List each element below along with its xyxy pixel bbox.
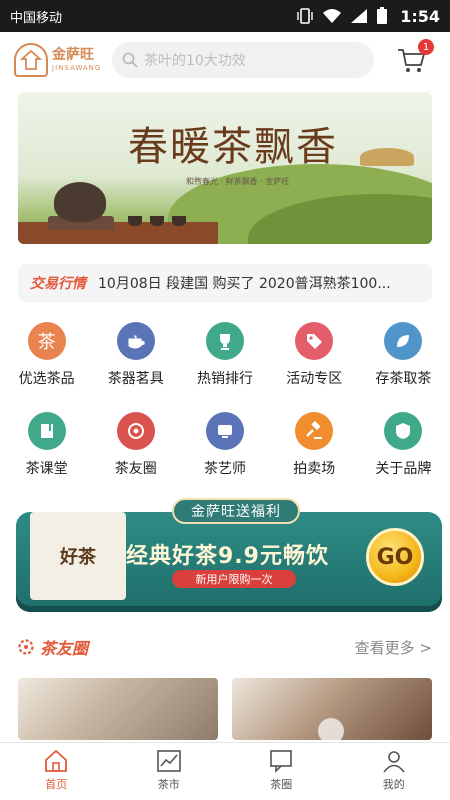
tab-label: 茶市 [157,778,180,791]
promo-banner[interactable]: 好茶 金萨旺送福利 经典好茶9.9元畅饮 新用户限购一次 GO [16,498,442,616]
cart-badge: 1 [418,39,434,55]
banner-teacup [150,216,164,226]
tea-seal-icon: 茶 [27,322,66,360]
user-icon [383,751,405,773]
chart-icon [156,750,181,772]
brand-logo[interactable]: 金萨旺 JINSAWANG [14,43,106,77]
category-item-tea-storage[interactable]: 存茶取茶 [359,322,448,412]
vibrate-icon [297,8,313,24]
banner-teapot-illustration [54,182,106,222]
promo-note: 新用户限购一次 [172,570,296,588]
category-grid: 茶 优选茶品 茶器茗具 热销排行 活动专区 存茶取茶 茶课堂 茶友圈 茶艺师 拍… [0,322,450,502]
banner-teacup [172,216,186,226]
tea-master-icon [206,412,244,450]
brand-badge-icon [384,412,423,450]
ticker-message: 10月08日 段建国 购买了 2020普洱熟茶100... [98,276,391,292]
tab-profile[interactable]: 我的 [338,743,450,800]
tab-circle[interactable]: 茶圈 [225,743,338,800]
category-label: 活动专区 [286,371,343,387]
search-input[interactable]: 茶叶的10大功效 [112,42,374,78]
promo-go-button[interactable]: GO [366,528,424,586]
ticker-tag: 交易行情 [30,276,86,292]
tab-home[interactable]: 首页 [0,743,113,800]
category-label: 茶课堂 [25,461,68,477]
category-label: 存茶取茶 [375,371,432,387]
category-item-tea-friends[interactable]: 茶友圈 [91,412,180,502]
see-more-link[interactable]: 查看更多 > [355,637,432,658]
book-icon [27,412,66,450]
category-item-about-brand[interactable]: 关于品牌 [359,412,448,502]
banner-teacup [128,216,142,226]
pagoda-logo-icon [14,43,48,77]
category-label: 拍卖场 [293,461,336,477]
promo-headline: 经典好茶9.9元畅饮 [126,544,329,569]
teapot-icon [116,322,155,360]
search-icon [122,52,138,68]
category-label: 热销排行 [197,371,253,387]
promo-tea-cake-image: 好茶 [30,512,126,600]
tea-friends-section-header: 茶友圈 查看更多 > [18,632,432,662]
promo-pill: 金萨旺送福利 [172,498,300,524]
wifi-icon [323,9,342,23]
bottom-tab-bar: 首页 茶市 茶圈 我的 [0,742,450,800]
category-label: 优选茶品 [18,371,75,387]
chat-icon [270,750,293,773]
banner-subtitle: 和煦春光 · 鲜茶飘香 · 金萨旺 [186,177,290,186]
tea-friends-cards [18,678,432,740]
post-card-video[interactable] [232,678,432,740]
section-title: 茶友圈 [40,639,89,658]
logo-name: 金萨旺 [52,47,94,63]
carrier-name: 中国移动 [10,10,63,26]
logo-text: 金萨旺 JINSAWANG [52,48,101,72]
category-item-premium-tea[interactable]: 茶 优选茶品 [2,322,91,412]
app-header: 金萨旺 JINSAWANG 茶叶的10大功效 1 [0,32,450,88]
category-row: 茶 优选茶品 茶器茗具 热销排行 活动专区 存茶取茶 [0,322,450,412]
banner-tea-picker-hat [360,148,414,166]
home-icon [45,749,68,772]
post-card-image[interactable] [18,678,218,740]
hero-banner[interactable]: 春暖茶飘香 和煦春光 · 鲜茶飘香 · 金萨旺 [18,92,432,244]
logo-english: JINSAWANG [52,64,102,72]
category-item-tea-class[interactable]: 茶课堂 [2,412,91,502]
category-label: 关于品牌 [375,461,432,477]
play-icon [318,718,344,740]
tab-label: 首页 [45,778,68,791]
category-label: 茶器茗具 [107,371,164,387]
status-icons: 1:54 [296,7,440,26]
category-item-promotions[interactable]: 活动专区 [270,322,359,412]
trophy-icon [206,322,244,360]
banner-title: 春暖茶飘香 [128,124,338,170]
tab-market[interactable]: 茶市 [113,743,226,800]
cart-button[interactable]: 1 [396,39,434,75]
tag-icon [295,322,334,360]
category-item-tea-master[interactable]: 茶艺师 [180,412,269,502]
flower-icon [18,639,34,655]
category-item-auction[interactable]: 拍卖场 [270,412,359,502]
tab-label: 我的 [382,778,405,791]
circle-friends-icon [116,412,155,450]
leaf-icon [384,322,423,360]
tab-label: 茶圈 [270,778,293,791]
category-label: 茶艺师 [204,461,246,477]
signal-icon [351,9,368,23]
category-item-bestsellers[interactable]: 热销排行 [180,322,269,412]
status-bar: 中国移动 1:54 [0,0,450,32]
gavel-icon [295,412,334,450]
search-placeholder: 茶叶的10大功效 [144,53,246,69]
category-label: 茶友圈 [114,461,157,477]
clock: 1:54 [400,6,440,26]
battery-icon [377,7,388,24]
category-row: 茶课堂 茶友圈 茶艺师 拍卖场 关于品牌 [0,412,450,502]
trade-ticker[interactable]: 交易行情 10月08日 段建国 购买了 2020普洱熟茶100... [18,264,432,302]
category-item-teaware[interactable]: 茶器茗具 [91,322,180,412]
